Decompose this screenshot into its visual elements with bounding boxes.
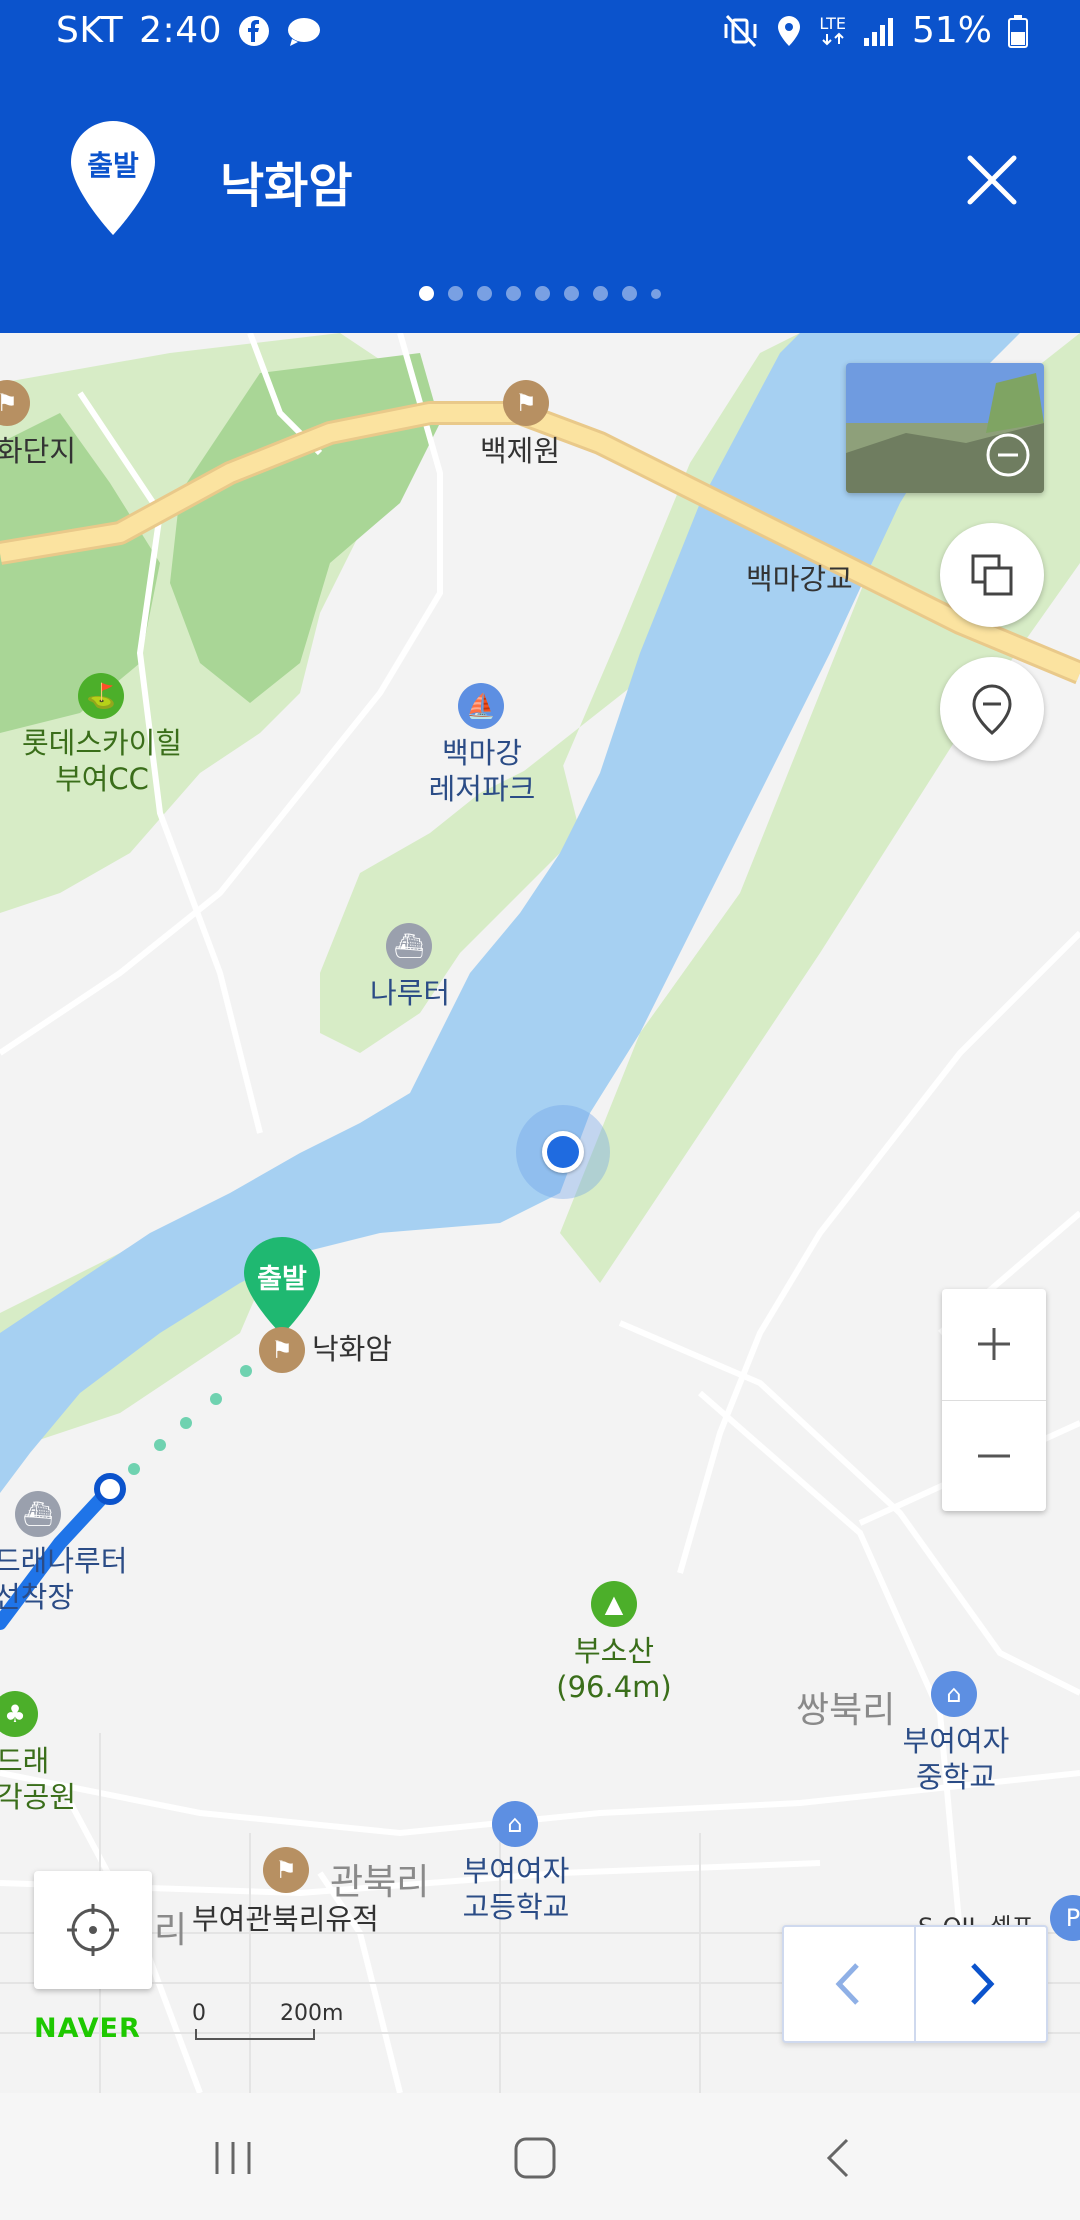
system-navigation-bar — [0, 2093, 1080, 2220]
label-ri: 리 — [154, 1910, 188, 1951]
ferry-icon[interactable]: ⛴ — [15, 1491, 61, 1537]
recent-apps-icon — [215, 2142, 251, 2174]
label-leisure-park: 백마강 레저파크 — [428, 736, 536, 806]
layers-button[interactable] — [940, 523, 1044, 627]
back-icon — [826, 2138, 849, 2178]
map-pin-button[interactable] — [940, 657, 1044, 761]
lte-icon: LTE — [819, 13, 846, 46]
page-dot — [593, 286, 608, 301]
flag-icon[interactable]: ⚑ — [503, 380, 549, 426]
school-icon[interactable]: ⌂ — [492, 1801, 538, 1847]
scale-zero-label: 0 — [192, 2001, 206, 2026]
mute-vibrate-icon — [723, 14, 759, 48]
home-icon — [514, 2137, 556, 2179]
start-badge-label: 출발 — [87, 149, 139, 182]
page-dot — [535, 286, 550, 301]
label-lotte-skyhill: 롯데스카이힐 부여CC — [21, 726, 183, 796]
naver-logo: NAVER — [34, 2013, 141, 2044]
leisure-icon[interactable]: ⛵ — [458, 683, 504, 729]
close-button[interactable] — [960, 148, 1024, 212]
start-marker[interactable]: 출발 — [242, 1235, 322, 1339]
page-title: 낙화암 — [220, 158, 353, 214]
map-view[interactable]: ⚑ 백제원 ⚑ 화단지 백마강교 ⛳ 롯데스카이힐 부여CC ⛵ 백마강 레저파크 … — [0, 333, 1080, 2093]
zoom-controls — [942, 1289, 1046, 1511]
ferry-icon[interactable]: ⛴ — [386, 923, 432, 969]
page-dot — [622, 286, 637, 301]
label-gudurae-park: 드래 각공원 — [0, 1744, 77, 1814]
status-bar-right: LTE 51% — [723, 10, 1028, 51]
chevron-left-icon — [835, 1963, 859, 2005]
back-button[interactable] — [804, 2123, 874, 2193]
zoom-out-button[interactable] — [942, 1401, 1046, 1511]
signal-icon — [862, 14, 896, 48]
recent-apps-button[interactable] — [198, 2123, 268, 2193]
current-location-marker — [542, 1131, 584, 1173]
page-dot — [419, 286, 434, 301]
start-pin-icon: 출발 — [68, 118, 158, 238]
label-gudurae-ferry: 드래나루터 선착장 — [0, 1544, 128, 1614]
label-baekma-bridge: 백마강교 — [746, 562, 853, 596]
battery-percent: 51% — [911, 10, 992, 51]
scale-distance-label: 200m — [280, 2001, 344, 2026]
page-dot — [564, 286, 579, 301]
crosshair-icon — [67, 1904, 119, 1956]
battery-icon — [1008, 14, 1028, 48]
clock: 2:40 — [139, 10, 222, 51]
flag-icon[interactable]: ⚑ — [259, 1327, 305, 1373]
chevron-right-icon — [971, 1963, 995, 2005]
page-indicator — [0, 286, 1080, 301]
start-marker-label: 출발 — [257, 1264, 307, 1295]
map-pin-icon — [972, 684, 1012, 735]
my-location-button[interactable] — [34, 1871, 152, 1989]
label-gwanbuk: 관북리 — [330, 1862, 430, 1903]
page-dot — [651, 289, 661, 299]
map-canvas — [0, 333, 1080, 2093]
carrier-label: SKT — [56, 10, 124, 51]
home-button[interactable] — [500, 2123, 570, 2193]
page-dot — [448, 286, 463, 301]
page-dot — [506, 286, 521, 301]
label-hwadanji: 화단지 — [0, 434, 77, 468]
street-view-thumbnail[interactable] — [846, 363, 1044, 493]
flag-icon[interactable]: ⚑ — [263, 1847, 309, 1893]
golf-icon[interactable]: ⛳ — [78, 673, 124, 719]
label-ssangbuk: 쌍북리 — [796, 1690, 896, 1731]
next-step-button[interactable] — [916, 1927, 1046, 2041]
label-nakhwaam: 낙화암 — [312, 1332, 393, 1366]
label-busosan: 부소산 (96.4m) — [556, 1634, 672, 1704]
previous-step-button[interactable] — [784, 1927, 914, 2041]
minus-icon — [978, 1454, 1010, 1458]
network-type: LTE — [819, 13, 846, 33]
plus-icon — [978, 1328, 1010, 1360]
mountain-icon[interactable]: ▲ — [591, 1581, 637, 1627]
location-icon — [775, 14, 803, 48]
label-naruteo: 나루터 — [369, 976, 451, 1010]
step-navigation — [782, 1925, 1048, 2043]
school-icon[interactable]: ⌂ — [931, 1671, 977, 1717]
layers-icon — [971, 554, 1013, 596]
chat-bubble-icon — [286, 15, 322, 47]
label-baekjewon: 백제원 — [480, 434, 561, 468]
label-girls-middle: 부여여자 중학교 — [902, 1724, 1010, 1794]
close-icon — [967, 155, 1017, 205]
page-dot — [477, 286, 492, 301]
facebook-icon — [238, 15, 270, 47]
status-bar-left: SKT 2:40 — [56, 10, 322, 51]
header-bar: SKT 2:40 LTE 51% 출발 낙화암 — [0, 0, 1080, 333]
zoom-in-button[interactable] — [942, 1289, 1046, 1399]
label-girls-high: 부여여자 고등학교 — [462, 1854, 570, 1924]
label-gwanbuk-site: 부여관북리유적 — [192, 1902, 379, 1936]
